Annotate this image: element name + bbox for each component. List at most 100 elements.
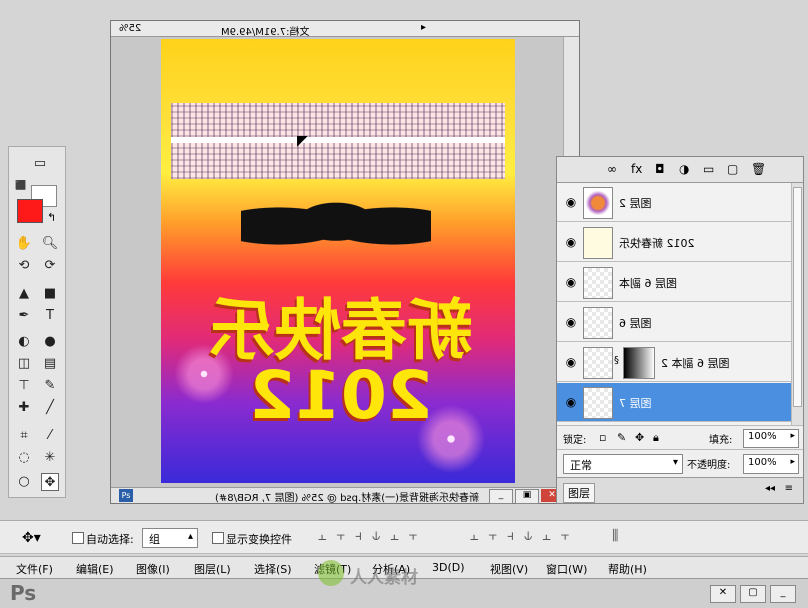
zoom-level[interactable]: 25%	[119, 23, 141, 34]
toolbox: ▭ ⬛ ↰ ✋ 🔍︎ ⟲ ⟳ ▲ ■ ✒ T ◐ ● ◫ ▤ ⊤ ✎ ✚ ╱ ⌗…	[8, 146, 66, 498]
eye-icon[interactable]: ◉	[563, 195, 579, 209]
layer-mask-thumbnail[interactable]	[623, 347, 655, 379]
layer-name: 图层 2	[619, 197, 652, 210]
layer-row-6-copy-2[interactable]: ◉ § 图层 6 副本 2	[557, 343, 792, 382]
align-icons[interactable]: ⫠⫟⫞⫝⫠⫟	[318, 528, 427, 544]
maximize-button[interactable]: ▢	[740, 585, 766, 603]
show-transform-label: 显示变换控件	[226, 533, 292, 546]
move-tool-button-icon[interactable]: ✥	[41, 473, 59, 491]
gradient-tool-icon[interactable]: ▤	[41, 355, 59, 373]
opacity-input[interactable]: 100% ▸	[743, 454, 799, 474]
brush-tool-icon[interactable]: ╱	[41, 399, 59, 417]
layer-row-title-text[interactable]: ◉ 2012 新春快乐	[557, 223, 792, 262]
doc-minimize-button[interactable]: _	[489, 489, 513, 504]
pen-tool-icon[interactable]: ✒	[15, 307, 33, 325]
healing-brush-icon[interactable]: ✚	[15, 399, 33, 417]
distribute-icons[interactable]: ⫠⫟⫞⫝⫠⫟	[470, 528, 579, 544]
add-mask-icon[interactable]: ◘	[655, 162, 665, 176]
calendar-gap	[171, 137, 505, 143]
menu-file[interactable]: 文件(F)	[16, 561, 53, 577]
zoom-tool-icon[interactable]: 🔍︎	[41, 235, 59, 253]
history-brush-icon[interactable]: ✎	[41, 377, 59, 395]
eyedropper-tool-icon[interactable]: ⁄	[41, 427, 59, 445]
crop-tool-icon[interactable]: ⌗	[15, 427, 33, 445]
canvas-area: 新春快乐 2012 ◤	[111, 37, 563, 487]
rotate-3d-icon[interactable]: ⟲	[15, 257, 33, 275]
panel-menu-icon[interactable]: ≡	[785, 483, 793, 494]
doc-maximize-button[interactable]: ▣	[515, 489, 539, 504]
eye-icon[interactable]: ◉	[563, 355, 579, 369]
opacity-label: 不透明度:	[687, 460, 731, 471]
layer-thumbnail	[583, 227, 613, 259]
link-layers-icon[interactable]: ∞	[607, 162, 617, 176]
lock-transparency-icon[interactable]: ▫	[599, 431, 606, 444]
marquee-tool-icon[interactable]: ○	[15, 473, 33, 491]
stamp-tool-icon[interactable]: ⊤	[15, 377, 33, 395]
move-tool-icon[interactable]: ✥▾	[22, 530, 41, 546]
layer-name: 图层 6	[619, 317, 652, 330]
lock-position-icon[interactable]: ✥	[635, 431, 644, 444]
dodge-tool-icon[interactable]: ◐	[15, 333, 33, 351]
chevron-right-icon: ▸	[790, 457, 795, 467]
new-group-icon[interactable]: ▭	[703, 162, 714, 176]
menu-select[interactable]: 选择(S)	[254, 561, 292, 577]
watermark-logo-icon	[318, 560, 344, 586]
blend-mode-dropdown[interactable]: 正常 ▾	[563, 454, 683, 474]
eye-icon[interactable]: ◉	[563, 395, 579, 409]
poster-canvas[interactable]: 新春快乐 2012 ◤	[161, 39, 515, 483]
poster-year: 2012	[249, 357, 433, 434]
auto-align-icon[interactable]: ⫼	[612, 528, 618, 544]
orbit-3d-icon[interactable]: ⟳	[41, 257, 59, 275]
minimize-button[interactable]: _	[770, 585, 796, 603]
panel-collapse-icon[interactable]: ◂◂	[765, 483, 775, 494]
auto-select-checkbox[interactable]	[72, 532, 84, 544]
doc-title-bar: ✕ ▣ _ 新春快乐海报背景(一)素材.psd @ 25% (图层 7, RGB…	[111, 487, 579, 504]
layers-tab[interactable]: 图层	[563, 483, 595, 503]
eye-icon[interactable]: ◉	[563, 235, 579, 249]
cursor-arrow-icon: ◤	[297, 133, 308, 149]
options-bar: ✥▾ 自动选择: 组 ▴ 显示变换控件 ⫠⫟⫞⫝⫠⫟ ⫠⫟⫞⫝⫠⫟ ⫼	[0, 520, 808, 554]
link-icon: §	[614, 355, 619, 366]
eye-icon[interactable]: ◉	[563, 315, 579, 329]
layer-row-6[interactable]: ◉ 图层 6	[557, 303, 792, 342]
burn-tool-icon[interactable]: ●	[41, 333, 59, 351]
chevron-down-icon: ▴	[187, 531, 193, 542]
status-arrow-icon[interactable]: ▸	[421, 22, 426, 33]
lock-all-icon[interactable]: 🔒︎	[653, 431, 659, 445]
hand-tool-icon[interactable]: ✋	[15, 235, 33, 253]
fx-icon[interactable]: fx	[631, 162, 642, 176]
menu-layer[interactable]: 图层(L)	[194, 561, 231, 577]
foreground-color-swatch[interactable]	[17, 199, 43, 223]
layer-row-2[interactable]: ◉ 图层 2	[557, 183, 792, 222]
menu-help[interactable]: 帮助(H)	[608, 561, 647, 577]
menu-edit[interactable]: 编辑(E)	[76, 561, 114, 577]
layer-row-7[interactable]: ◉ 图层 7	[557, 383, 792, 422]
adjustment-layer-icon[interactable]: ◑	[679, 162, 689, 176]
default-colors-icon[interactable]: ⬛	[15, 181, 26, 191]
layer-list-scrollbar[interactable]	[791, 183, 803, 425]
eye-icon[interactable]: ◉	[563, 275, 579, 289]
fill-input[interactable]: 100% ▸	[743, 429, 799, 448]
magic-wand-icon[interactable]: ✳	[41, 449, 59, 467]
lasso-tool-icon[interactable]: ◌	[15, 449, 33, 467]
close-button[interactable]: ✕	[710, 585, 736, 603]
lock-pixels-icon[interactable]: ✎	[617, 431, 626, 444]
menu-window[interactable]: 窗口(W)	[546, 561, 587, 577]
swap-colors-icon[interactable]: ↰	[47, 211, 56, 224]
show-transform-checkbox[interactable]	[212, 532, 224, 544]
delete-layer-icon[interactable]: 🗑︎	[751, 162, 766, 176]
new-layer-icon[interactable]: ▢	[727, 162, 738, 176]
screen-mode-icon[interactable]: ▭	[31, 155, 49, 173]
path-select-icon[interactable]: ▲	[15, 285, 33, 303]
layers-tab-bar: 图层 ≡ ◂◂	[557, 477, 803, 503]
auto-select-dropdown[interactable]: 组 ▴	[142, 528, 198, 548]
menu-image[interactable]: 图像(I)	[136, 561, 170, 577]
app-logo: Ps	[10, 581, 37, 605]
type-tool-icon[interactable]: T	[41, 307, 59, 325]
ps-doc-icon: Ps	[119, 489, 133, 502]
layer-row-6-copy[interactable]: ◉ 图层 6 副本	[557, 263, 792, 302]
shape-tool-icon[interactable]: ■	[41, 285, 59, 303]
layer-thumbnail	[583, 267, 613, 299]
eraser-tool-icon[interactable]: ◫	[15, 355, 33, 373]
watermark: 人人素材	[318, 560, 508, 590]
